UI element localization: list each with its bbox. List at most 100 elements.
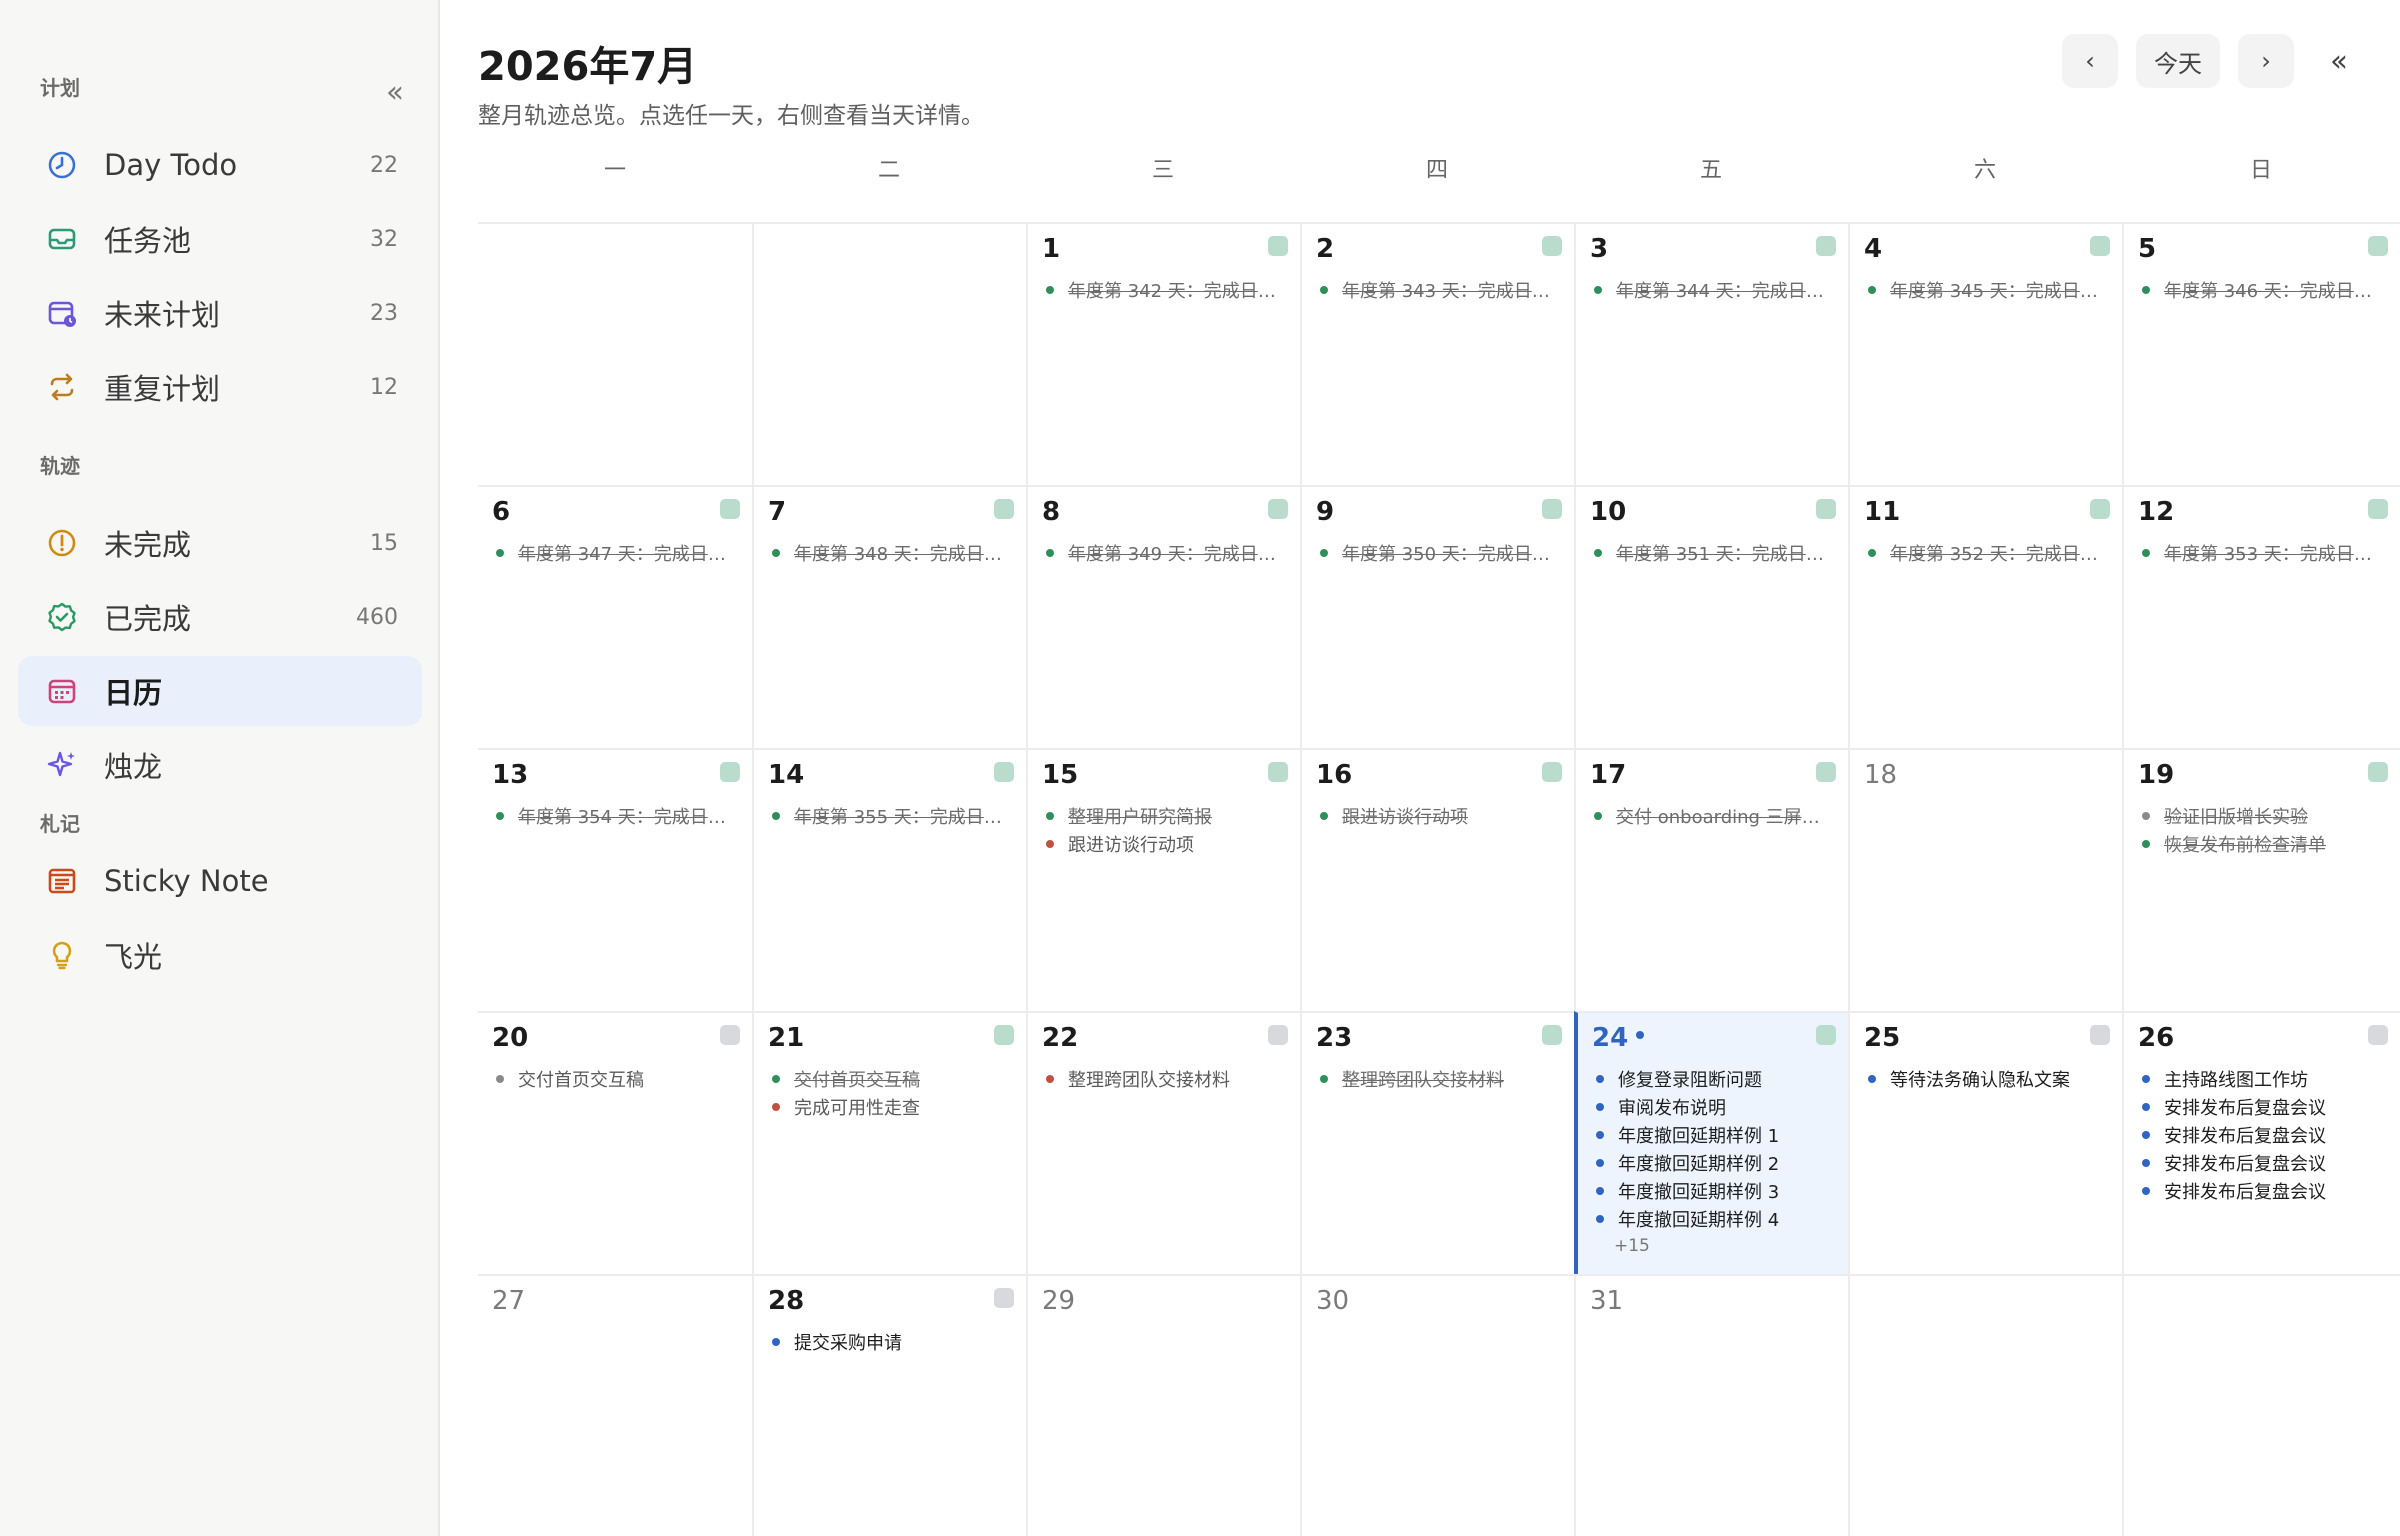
calendar-event[interactable]: 年度第 343 天：完成日志整理 <box>1316 276 1562 304</box>
calendar-day-cell[interactable]: 23 整理跨团队交接材料 <box>1300 1011 1574 1274</box>
calendar-day-cell[interactable]: 30 <box>1300 1274 1574 1536</box>
prev-month-button[interactable]: ‹ <box>2062 34 2118 88</box>
calendar-day-cell[interactable]: 19 验证旧版增长实验 恢复发布前检查清单 <box>2122 748 2400 1011</box>
calendar-day-cell[interactable]: 28 提交采购申请 <box>752 1274 1026 1536</box>
calendar-event[interactable]: 跟进访谈行动项 <box>1042 830 1288 858</box>
day-number: 25 <box>1864 1023 1901 1053</box>
calendar-day-cell[interactable]: 16 跟进访谈行动项 <box>1300 748 1574 1011</box>
calendar-event[interactable]: 整理跨团队交接材料 <box>1042 1065 1288 1093</box>
calendar-day-cell[interactable]: 6 年度第 347 天：完成日志整理 <box>478 485 752 748</box>
calendar-event[interactable]: 验证旧版增长实验 <box>2138 802 2388 830</box>
calendar-event[interactable]: 恢复发布前检查清单 <box>2138 830 2388 858</box>
calendar-day-cell[interactable]: 24 修复登录阻断问题 审阅发布说明 年度撤回延期样例 1 年度撤回延期样例 2 年度撤回… <box>1574 1011 1848 1274</box>
sidebar-collapse-button[interactable]: ‹‹ <box>372 72 412 112</box>
calendar-day-cell[interactable]: 12 年度第 353 天：完成日志整理 <box>2122 485 2400 748</box>
day-number: 21 <box>768 1023 805 1053</box>
calendar-day-cell[interactable]: 3 年度第 344 天：完成日志整理 <box>1574 222 1848 485</box>
calendar-event[interactable]: 提交采购申请 <box>768 1328 1014 1356</box>
calendar-day-cell[interactable]: 29 <box>1026 1274 1300 1536</box>
sidebar-item-clock[interactable]: Day Todo 22 <box>18 130 422 200</box>
calendar-day-cell[interactable]: 5 年度第 346 天：完成日志整理 <box>2122 222 2400 485</box>
calendar-event[interactable]: 年度第 352 天：完成日志整理 <box>1864 539 2110 567</box>
calendar-event[interactable]: 年度第 351 天：完成日志整理 <box>1590 539 1836 567</box>
sidebar-item-note[interactable]: Sticky Note <box>18 846 422 916</box>
calendar-event[interactable]: 交付首页交互稿 <box>768 1065 1014 1093</box>
calendar-day-cell[interactable]: 9 年度第 350 天：完成日志整理 <box>1300 485 1574 748</box>
calendar-event[interactable]: 年度第 355 天：完成日志整理 <box>768 802 1014 830</box>
calendar-day-cell[interactable]: 27 <box>478 1274 752 1536</box>
calendar-event[interactable]: 主持路线图工作坊 <box>2138 1065 2388 1093</box>
calendar-event[interactable]: 年度第 346 天：完成日志整理 <box>2138 276 2388 304</box>
calendar-day-cell[interactable]: 14 年度第 355 天：完成日志整理 <box>752 748 1026 1011</box>
calendar-event[interactable]: 安排发布后复盘会议 <box>2138 1177 2388 1205</box>
calendar-event[interactable]: 年度第 353 天：完成日志整理 <box>2138 539 2388 567</box>
calendar-day-cell[interactable]: 4 年度第 345 天：完成日志整理 <box>1848 222 2122 485</box>
calendar-event[interactable]: 年度撤回延期样例 2 <box>1592 1149 1836 1177</box>
calendar-event[interactable]: 年度第 350 天：完成日志整理 <box>1316 539 1562 567</box>
calendar-day-cell[interactable]: 25 等待法务确认隐私文案 <box>1848 1011 2122 1274</box>
calendar-event[interactable]: 完成可用性走查 <box>768 1093 1014 1121</box>
sidebar-item-label: 未来计划 <box>104 298 221 332</box>
event-status-dot <box>2142 1159 2150 1167</box>
calendar-event[interactable]: 交付 onboarding 三屏原型稿 <box>1590 802 1836 830</box>
event-status-dot <box>1320 812 1328 820</box>
sidebar-item-calendar-clock[interactable]: 未来计划 23 <box>18 278 422 348</box>
calendar-day-cell[interactable]: 26 主持路线图工作坊 安排发布后复盘会议 安排发布后复盘会议 安排发布后复盘会议 安排发… <box>2122 1011 2400 1274</box>
day-status-marker <box>2368 499 2388 519</box>
calendar-event[interactable]: 年度第 345 天：完成日志整理 <box>1864 276 2110 304</box>
calendar-event[interactable]: 跟进访谈行动项 <box>1316 802 1562 830</box>
calendar-day-cell[interactable]: 20 交付首页交互稿 <box>478 1011 752 1274</box>
calendar-event[interactable]: 年度第 342 天：完成日志整理 <box>1042 276 1288 304</box>
today-indicator-dot <box>1636 1030 1645 1039</box>
calendar-event[interactable]: 安排发布后复盘会议 <box>2138 1149 2388 1177</box>
event-title: 年度第 355 天：完成日志整理 <box>794 807 1014 828</box>
more-events-link[interactable]: +15 <box>1614 1233 1836 1259</box>
day-status-marker <box>2090 236 2110 256</box>
day-number: 24 <box>1592 1023 1645 1053</box>
calendar-event[interactable]: 审阅发布说明 <box>1592 1093 1836 1121</box>
sidebar-item-sparkle[interactable]: 烛龙 <box>18 730 422 800</box>
calendar-event[interactable]: 安排发布后复盘会议 <box>2138 1121 2388 1149</box>
weekday-header: 日 <box>2249 158 2272 183</box>
calendar-day-cell[interactable]: 15 整理用户研究简报 跟进访谈行动项 <box>1026 748 1300 1011</box>
calendar-day-cell[interactable]: 17 交付 onboarding 三屏原型稿 <box>1574 748 1848 1011</box>
calendar-event[interactable]: 整理用户研究简报 <box>1042 802 1288 830</box>
calendar-day-cell[interactable]: 7 年度第 348 天：完成日志整理 <box>752 485 1026 748</box>
calendar-event[interactable]: 年度第 349 天：完成日志整理 <box>1042 539 1288 567</box>
sidebar-item-inbox[interactable]: 任务池 32 <box>18 204 422 274</box>
calendar-day-cell[interactable]: 8 年度第 349 天：完成日志整理 <box>1026 485 1300 748</box>
sidebar-item-lightbulb[interactable]: 飞光 <box>18 920 422 990</box>
event-title: 恢复发布前检查清单 <box>2164 835 2326 856</box>
sidebar-item-repeat[interactable]: 重复计划 12 <box>18 352 422 422</box>
calendar-event[interactable]: 年度撤回延期样例 4 <box>1592 1205 1836 1233</box>
calendar-event[interactable]: 年度第 347 天：完成日志整理 <box>492 539 740 567</box>
calendar-day-cell[interactable]: 11 年度第 352 天：完成日志整理 <box>1848 485 2122 748</box>
calendar-event[interactable]: 年度第 354 天：完成日志整理 <box>492 802 740 830</box>
calendar-day-cell[interactable]: 21 交付首页交互稿 完成可用性走查 <box>752 1011 1026 1274</box>
sidebar-item-calendar[interactable]: 日历 <box>18 656 422 726</box>
calendar-day-cell[interactable]: 2 年度第 343 天：完成日志整理 <box>1300 222 1574 485</box>
day-number: 18 <box>1864 760 1898 790</box>
calendar-day-cell[interactable]: 18 <box>1848 748 2122 1011</box>
day-event-list: 主持路线图工作坊 安排发布后复盘会议 安排发布后复盘会议 安排发布后复盘会议 安排发布后… <box>2138 1065 2388 1205</box>
sidebar-item-check-badge[interactable]: 已完成 460 <box>18 582 422 652</box>
sidebar-item-alert-circle[interactable]: 未完成 15 <box>18 508 422 578</box>
next-month-button[interactable]: › <box>2238 34 2294 88</box>
calendar-event[interactable]: 等待法务确认隐私文案 <box>1864 1065 2110 1093</box>
calendar-day-cell[interactable]: 1 年度第 342 天：完成日志整理 <box>1026 222 1300 485</box>
day-number: 1 <box>1042 234 1061 264</box>
calendar-event[interactable]: 交付首页交互稿 <box>492 1065 740 1093</box>
calendar-event[interactable]: 年度撤回延期样例 1 <box>1592 1121 1836 1149</box>
calendar-day-cell[interactable]: 13 年度第 354 天：完成日志整理 <box>478 748 752 1011</box>
today-button[interactable]: 今天 <box>2136 34 2220 88</box>
calendar-day-cell[interactable]: 22 整理跨团队交接材料 <box>1026 1011 1300 1274</box>
calendar-event[interactable]: 年度第 348 天：完成日志整理 <box>768 539 1014 567</box>
calendar-day-cell[interactable]: 31 <box>1574 1274 1848 1536</box>
panel-collapse-button[interactable]: ‹‹ <box>2312 34 2360 88</box>
calendar-event[interactable]: 安排发布后复盘会议 <box>2138 1093 2388 1121</box>
calendar-event[interactable]: 年度撤回延期样例 3 <box>1592 1177 1836 1205</box>
calendar-day-cell[interactable]: 10 年度第 351 天：完成日志整理 <box>1574 485 1848 748</box>
calendar-event[interactable]: 整理跨团队交接材料 <box>1316 1065 1562 1093</box>
calendar-event[interactable]: 修复登录阻断问题 <box>1592 1065 1836 1093</box>
calendar-event[interactable]: 年度第 344 天：完成日志整理 <box>1590 276 1836 304</box>
